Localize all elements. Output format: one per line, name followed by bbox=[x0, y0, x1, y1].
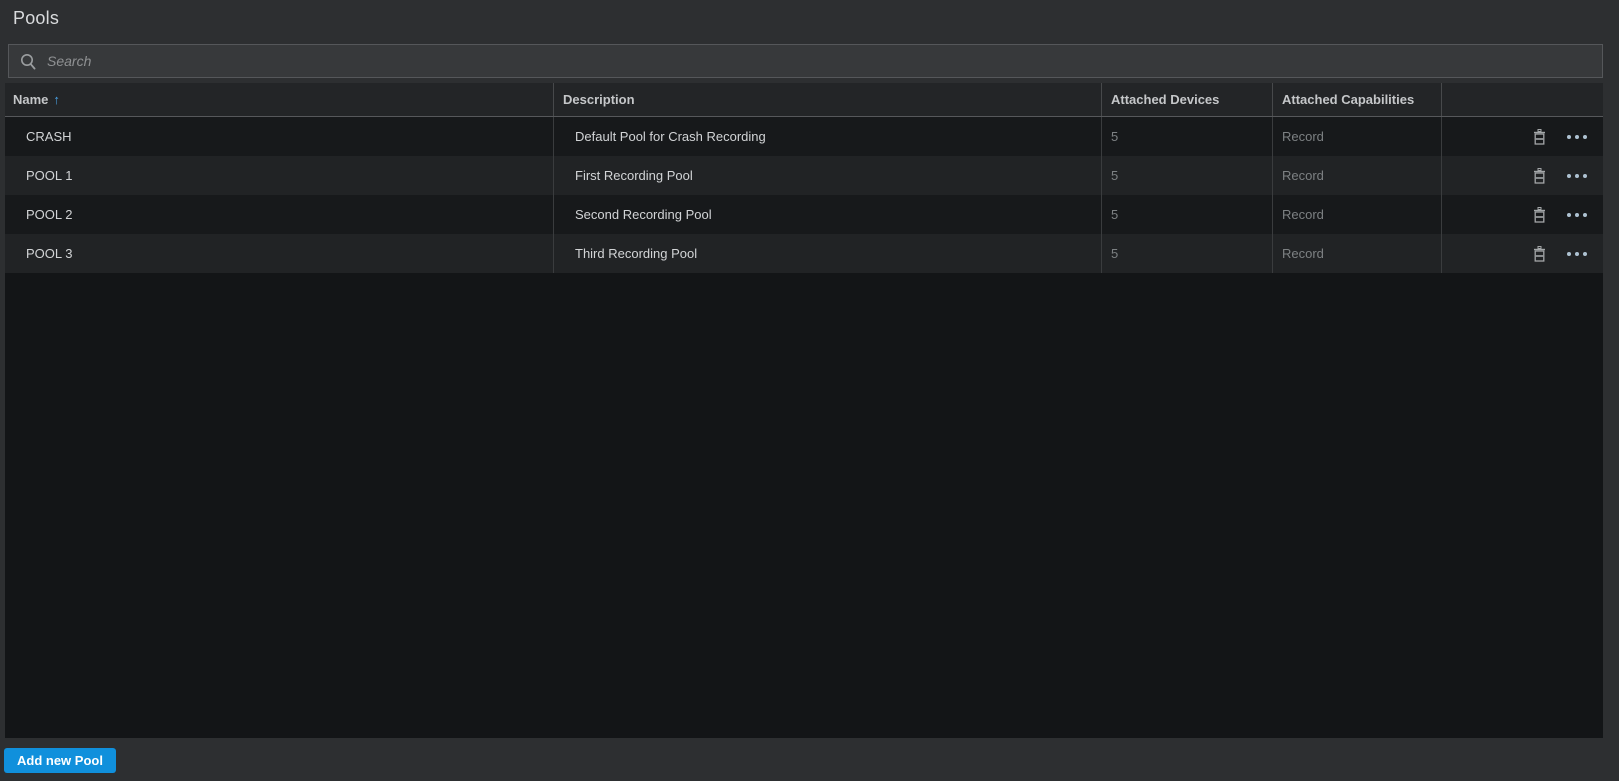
ellipsis-menu-icon[interactable] bbox=[1565, 170, 1589, 182]
cell-pool-name: CRASH bbox=[5, 117, 553, 156]
cell-attached-devices: 5 bbox=[1101, 117, 1272, 156]
table-header-row: Name ↑ Description Attached Devices Atta… bbox=[5, 83, 1603, 117]
table-row[interactable]: POOL 1 First Recording Pool 5 Record bbox=[5, 156, 1603, 195]
row-actions-cell bbox=[1441, 117, 1603, 156]
cell-attached-capabilities: Record bbox=[1272, 117, 1441, 156]
search-icon bbox=[19, 52, 37, 72]
cell-pool-name: POOL 2 bbox=[5, 195, 553, 234]
cell-attached-devices: 5 bbox=[1101, 156, 1272, 195]
cell-attached-devices: 5 bbox=[1101, 195, 1272, 234]
row-actions-cell bbox=[1441, 195, 1603, 234]
column-header-name-label: Name bbox=[13, 92, 48, 107]
table-row[interactable]: POOL 2 Second Recording Pool 5 Record bbox=[5, 195, 1603, 234]
page-title: Pools bbox=[13, 8, 1619, 29]
delete-pool-button[interactable] bbox=[1530, 244, 1548, 264]
trash-icon bbox=[1533, 207, 1546, 223]
cell-pool-name: POOL 1 bbox=[5, 156, 553, 195]
search-input[interactable] bbox=[9, 45, 1602, 77]
column-header-actions bbox=[1441, 83, 1603, 116]
delete-pool-button[interactable] bbox=[1530, 127, 1548, 147]
cell-attached-devices: 5 bbox=[1101, 234, 1272, 273]
row-actions-cell bbox=[1441, 156, 1603, 195]
cell-pool-description: Default Pool for Crash Recording bbox=[553, 117, 1101, 156]
search-bar bbox=[8, 44, 1603, 78]
column-header-attached-capabilities[interactable]: Attached Capabilities bbox=[1272, 83, 1441, 116]
trash-icon bbox=[1533, 246, 1546, 262]
delete-pool-button[interactable] bbox=[1530, 205, 1548, 225]
sort-ascending-icon: ↑ bbox=[53, 92, 60, 107]
trash-icon bbox=[1533, 129, 1546, 145]
ellipsis-menu-icon[interactable] bbox=[1565, 131, 1589, 143]
ellipsis-menu-icon[interactable] bbox=[1565, 209, 1589, 221]
cell-attached-capabilities: Record bbox=[1272, 156, 1441, 195]
column-header-description[interactable]: Description bbox=[553, 83, 1101, 116]
cell-pool-description: First Recording Pool bbox=[553, 156, 1101, 195]
cell-attached-capabilities: Record bbox=[1272, 195, 1441, 234]
add-new-pool-button[interactable]: Add new Pool bbox=[4, 748, 116, 773]
table-row[interactable]: POOL 3 Third Recording Pool 5 Record bbox=[5, 234, 1603, 273]
column-header-attached-devices[interactable]: Attached Devices bbox=[1101, 83, 1272, 116]
row-actions-cell bbox=[1441, 234, 1603, 273]
cell-attached-capabilities: Record bbox=[1272, 234, 1441, 273]
cell-pool-name: POOL 3 bbox=[5, 234, 553, 273]
content-panel: Name ↑ Description Attached Devices Atta… bbox=[5, 83, 1603, 738]
cell-pool-description: Third Recording Pool bbox=[553, 234, 1101, 273]
table-row[interactable]: CRASH Default Pool for Crash Recording 5… bbox=[5, 117, 1603, 156]
ellipsis-menu-icon[interactable] bbox=[1565, 248, 1589, 260]
top-bar: Pools bbox=[0, 0, 1619, 44]
column-header-name[interactable]: Name ↑ bbox=[5, 83, 553, 116]
cell-pool-description: Second Recording Pool bbox=[553, 195, 1101, 234]
delete-pool-button[interactable] bbox=[1530, 166, 1548, 186]
bottom-bar: Add new Pool bbox=[0, 738, 1619, 781]
trash-icon bbox=[1533, 168, 1546, 184]
